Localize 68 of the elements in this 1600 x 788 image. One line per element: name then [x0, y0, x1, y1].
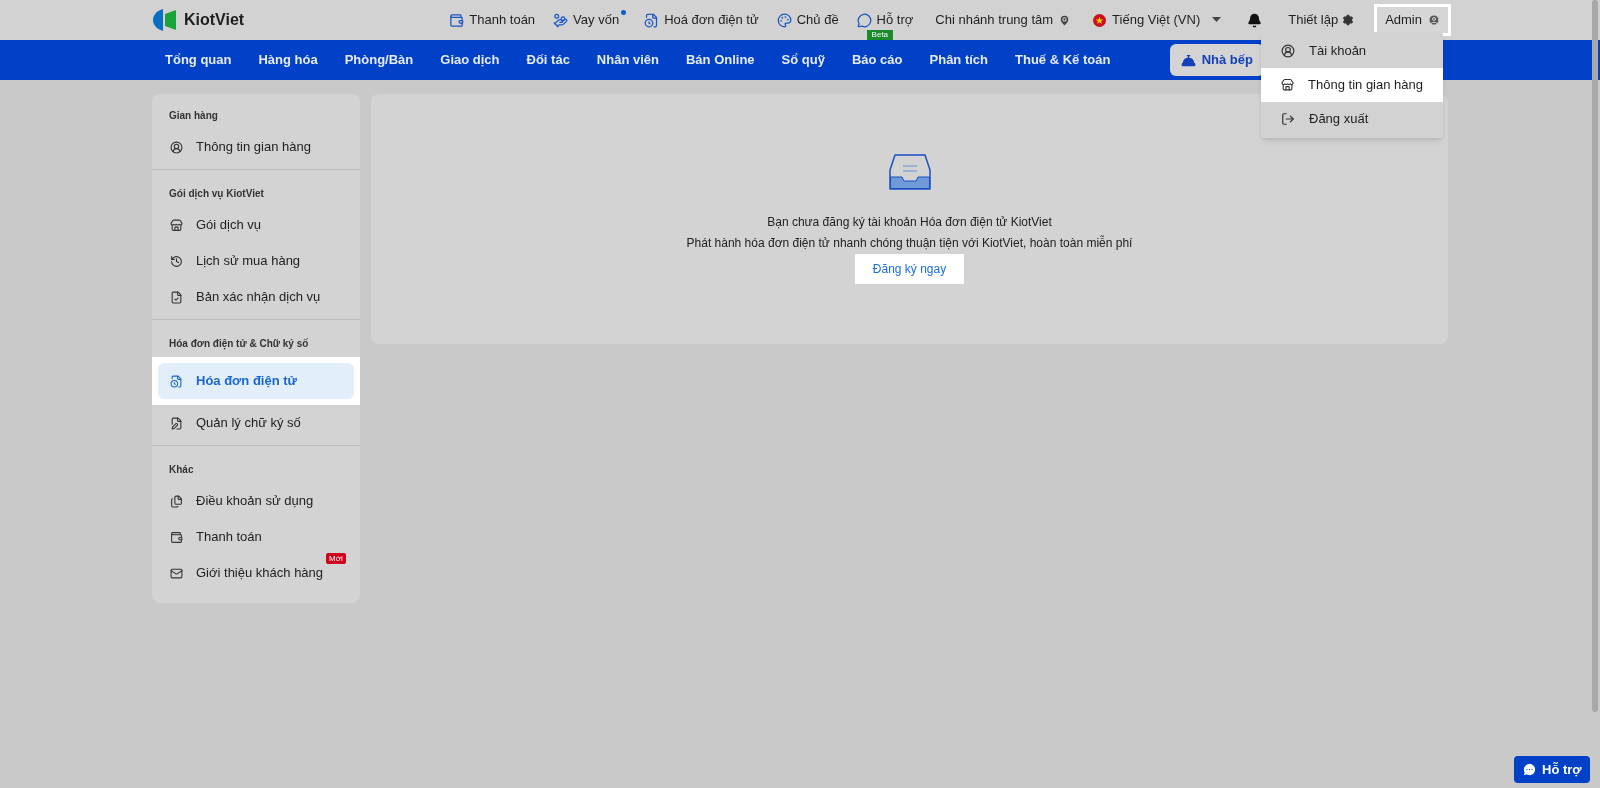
notification-bell-icon[interactable] — [1247, 12, 1263, 28]
document-edit-icon — [170, 416, 183, 430]
settings-link[interactable]: Thiết lập — [1288, 10, 1355, 30]
sidebar-item[interactable]: Hóa đơn điện tử — [158, 363, 354, 399]
nav-tab[interactable]: Tổng quan — [165, 50, 232, 70]
wallet-icon — [170, 530, 183, 544]
nav-tab[interactable]: Giao dịch — [440, 50, 500, 70]
nav-tab[interactable]: Bán Online — [686, 50, 755, 70]
document-icon — [170, 374, 183, 388]
chat-icon — [856, 12, 872, 28]
top-link[interactable]: Vay vốn — [553, 0, 627, 40]
menu-item[interactable]: Thông tin gian hàng — [1261, 68, 1443, 102]
user-icon — [1281, 44, 1295, 58]
sidebar-item[interactable]: Thông tin gian hàng — [158, 129, 354, 165]
language-selector[interactable]: Tiếng Việt (VN) — [1093, 10, 1222, 30]
chat-icon — [1522, 762, 1537, 777]
empty-inbox-icon — [888, 154, 931, 191]
wallet-icon — [449, 12, 465, 28]
logo-icon — [152, 8, 178, 32]
logout-icon — [1281, 112, 1295, 126]
top-link[interactable]: Chủ đề — [776, 0, 839, 40]
nav-tab[interactable]: Thuế & Kế toán — [1015, 50, 1111, 70]
section-title: Gói dịch vụ KiotViet — [168, 187, 265, 202]
kitchen-button[interactable]: Nhà bếp — [1169, 44, 1264, 76]
palette-icon — [776, 12, 792, 28]
nav-tab[interactable]: Sổ quỹ — [781, 50, 825, 70]
store-icon — [170, 218, 183, 232]
user-icon — [1428, 14, 1440, 26]
document-check-icon — [170, 290, 183, 304]
nav-tab[interactable]: Phân tích — [929, 50, 989, 70]
new-badge: Mới — [326, 553, 346, 564]
menu-item[interactable]: Đăng xuất — [1261, 102, 1443, 136]
nav-tab[interactable]: Đối tác — [526, 50, 570, 70]
user-icon — [170, 140, 183, 154]
flag-icon — [1093, 13, 1107, 27]
register-button[interactable]: Đăng ký ngay — [854, 254, 965, 284]
sidebar-item[interactable]: Bản xác nhận dịch vụ — [158, 279, 354, 315]
location-pin-icon — [1058, 13, 1072, 27]
empty-subtitle: Phát hành hóa đơn điện tử nhanh chóng thuận tiện với KiotViet, hoàn toàn miễn phí — [686, 234, 1133, 252]
top-link[interactable]: Thanh toán — [449, 0, 536, 40]
history-icon — [170, 254, 183, 268]
section-title: Gian hàng — [168, 109, 219, 123]
help-button[interactable]: Hỗ trợ — [1514, 756, 1590, 783]
section-title: Hóa đơn điện tử & Chữ ký số — [168, 337, 310, 352]
service-bell-icon — [1180, 52, 1196, 68]
menu-item[interactable]: Tài khoản — [1261, 34, 1443, 68]
empty-title: Bạn chưa đăng ký tài khoản Hóa đơn điện tử KiotViet — [767, 214, 1052, 231]
sidebar-item[interactable]: Quản lý chữ ký số — [158, 405, 354, 441]
sidebar-item[interactable]: Gói dịch vụ — [158, 207, 354, 243]
section-title: Khác — [168, 463, 195, 477]
branch-selector[interactable]: Chi nhánh trung tâm — [935, 10, 1072, 30]
sidebar-item[interactable]: Điều khoản sử dụng — [158, 483, 354, 519]
beta-badge: Beta — [866, 30, 894, 40]
sidebar-item[interactable]: Thanh toán — [158, 519, 354, 555]
top-link[interactable]: Hỗ trợ Beta — [856, 0, 914, 40]
store-icon — [1281, 78, 1295, 92]
document-icon — [644, 12, 660, 28]
nav-tab[interactable]: Nhân viên — [596, 50, 659, 70]
top-link[interactable]: Hoá đơn điện tử — [644, 0, 759, 40]
logo-text: KiotViet — [184, 10, 245, 30]
settings-icon — [1342, 14, 1355, 26]
sidebar-item[interactable]: Lịch sử mua hàng — [158, 243, 354, 279]
nav-tab[interactable]: Phòng/Bàn — [344, 50, 414, 70]
nav-tab[interactable]: Báo cáo — [851, 50, 903, 70]
nav-tab[interactable]: Hàng hóa — [258, 50, 318, 70]
documents-icon — [170, 494, 183, 508]
mail-icon — [170, 566, 183, 580]
caret-icon — [1212, 17, 1222, 23]
